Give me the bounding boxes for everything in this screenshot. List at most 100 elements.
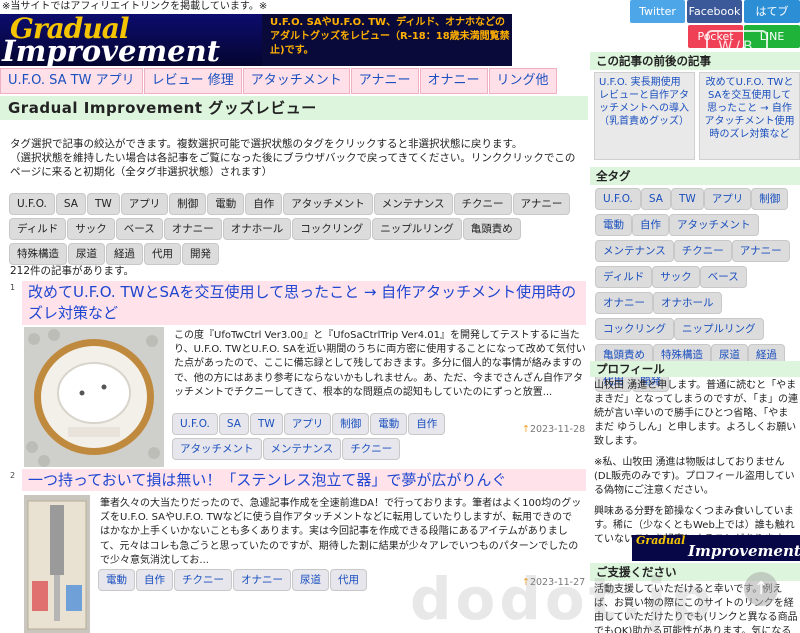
article-tag[interactable]: 代用 [330,569,367,591]
article-tag[interactable]: チクニー [342,438,401,460]
article-tag[interactable]: U.F.O. [172,413,218,435]
updated-arrow-icon: ↑ [522,577,530,588]
sidebar-tag[interactable]: TW [670,188,704,210]
sidebar-tag[interactable]: コックリング [595,318,674,340]
filter-tag[interactable]: 亀頭責め [462,218,521,240]
sidebar-tag[interactable]: オナホール [653,292,722,314]
filter-tag[interactable]: コックリング [292,218,372,240]
category-nav: U.F.O. SA TW アプリ レビュー 修理 アタッチメント アナニー オナ… [0,68,557,94]
nav-item-ananie[interactable]: アナニー [350,68,419,94]
article-tag[interactable]: 尿道 [292,569,329,591]
profile-text: 山牧田 湧進と申します。普通に読むと「やままきだ」となってしまうのですが、「ま」… [594,379,798,554]
filter-tag[interactable]: 自作 [245,193,283,215]
filter-tag[interactable]: サック [67,218,115,240]
article-tag[interactable]: TW [249,413,283,435]
article-tag[interactable]: メンテナンス [262,438,342,460]
sidebar-tag[interactable]: メンテナンス [595,240,674,262]
article-card: 改めてU.F.O. TWとSAを交互使用して思ったこと → 自作アタッチメント使… [22,281,586,467]
filter-tag[interactable]: ベース [115,218,163,240]
filter-tag[interactable]: アプリ [120,193,169,215]
site-logo[interactable]: Gradual Improvement [0,14,262,66]
nav-item-review[interactable]: レビュー 修理 [143,68,242,94]
filter-tag[interactable]: ディルド [9,218,67,240]
sidebar-tag[interactable]: オナニー [595,292,653,314]
sidebar-tag[interactable]: 自作 [632,214,669,236]
tag-filter-list: U.F.O. SA TW アプリ 制御 電動 自作 アタッチメント メンテナンス チクニー アナニー… [9,192,579,267]
affiliate-notice: ※当サイトではアフィリエイトリンクを掲載しています。※ [0,0,600,14]
sidebar-tag[interactable]: 制御 [751,188,789,210]
article-card: 一つ持っておいて損は無い！「ステンレス泡立て器」で夢が広がりんぐ 筆者久々の大当… [22,469,586,633]
nav-item-ufo[interactable]: U.F.O. SA TW アプリ [0,68,143,94]
sidebar-tag[interactable]: アプリ [703,188,752,210]
article-number: 1 [10,283,16,292]
filter-tag[interactable]: 尿道 [68,243,105,265]
next-article-link[interactable]: 改めてU.F.O. TWとSAを交互使用して思ったこと → 自作アタッチメント使… [699,72,800,160]
filter-tag[interactable]: オナホール [222,218,292,240]
filter-tag[interactable]: 開発 [182,243,219,265]
previous-article-link[interactable]: U.F.O. 実長期使用レビューと自作アタッチメントへの導入 （乳首責めグッズ） [594,72,695,160]
article-date-text: 2023-11-27 [529,577,586,588]
site-banner[interactable]: Gradual Improvement U.F.O. SAやU.F.O. TW、… [0,14,512,66]
twitter-share-button[interactable]: Twitter [630,0,685,23]
all-tags-heading: 全タグ [590,167,800,185]
filter-tag[interactable]: アタッチメント [283,193,373,215]
filter-tag[interactable]: オナニー [163,218,222,240]
article-tag[interactable]: 自作 [408,413,446,435]
article-tag[interactable]: 電動 [98,569,135,591]
filter-tag[interactable]: TW [86,193,120,215]
sidebar-tag[interactable]: ベース [699,266,747,288]
article-tag[interactable]: アタッチメント [172,438,262,460]
sidebar-tag[interactable]: ディルド [595,266,653,288]
filter-tag[interactable]: メンテナンス [373,193,453,215]
sidebar-tag[interactable]: U.F.O. [595,188,641,210]
nav-item-onanie[interactable]: オナニー [419,68,488,94]
article-thumbnail[interactable] [24,495,90,633]
profile-heading: プロフィール [590,361,800,377]
sidebar-tag[interactable]: サック [652,266,700,288]
scroll-to-top-button[interactable]: ↑ [744,572,778,606]
page-title: Gradual Improvement グッズレビュー [0,96,588,120]
article-tag[interactable]: オナニー [233,569,291,591]
tag-filter-instructions: タグ選択で記事の絞込ができます。複数選択可能で選択状態のタグをクリックすると非選… [10,137,580,179]
updated-arrow-icon: ↑ [522,424,530,435]
nav-item-ring[interactable]: リング他 [488,68,557,94]
filter-tag[interactable]: 経過 [106,243,143,265]
filter-tag[interactable]: 電動 [207,193,245,215]
mini-logo-improvement: Improvement [688,542,800,560]
hatena-bookmark-button[interactable]: はてブ [744,0,800,23]
article-tag-list: U.F.O. SA TW アプリ 制御 電動 自作アタッチメント メンテナンス チクニー [172,412,522,462]
sidebar-tag[interactable]: チクニー [673,240,732,262]
article-thumbnail[interactable] [24,327,164,467]
article-date: ↑2023-11-28 [522,424,585,435]
filter-tag[interactable]: チクニー [453,193,512,215]
filter-tag[interactable]: 特殊構造 [9,243,67,265]
instructions-line1: タグ選択で記事の絞込ができます。複数選択可能で選択状態のタグをクリックすると非選… [10,138,523,150]
filter-tag[interactable]: U.F.O. [9,193,55,215]
filter-tag[interactable]: 制御 [169,193,207,215]
article-tag[interactable]: 自作 [136,569,173,591]
article-tag[interactable]: SA [218,413,249,435]
facebook-share-button[interactable]: Facebook [687,0,742,23]
filter-tag[interactable]: ニップルリング [372,218,462,240]
sidebar-tag[interactable]: 電動 [595,214,632,236]
nav-item-attachment[interactable]: アタッチメント [242,68,350,94]
article-tag[interactable]: 電動 [370,413,408,435]
mini-logo-gradual: Gradual [636,535,686,547]
filter-tag[interactable]: アナニー [512,193,571,215]
filter-tag[interactable]: 代用 [144,243,181,265]
article-title-link[interactable]: 改めてU.F.O. TWとSAを交互使用して思ったこと → 自作アタッチメント使… [22,281,586,325]
sidebar-tag[interactable]: SA [640,188,671,210]
instructions-line2: （選択状態を維持したい場合は各記事をご覧になった後にブラウザバックで戻ってきてく… [10,152,576,178]
article-tag[interactable]: アプリ [283,413,332,435]
article-excerpt: この度『UfoTwCtrl Ver3.00』と『UfoSaCtrlTrip Ve… [174,330,586,398]
article-title-link[interactable]: 一つ持っておいて損は無い！「ステンレス泡立て器」で夢が広がりんぐ [22,469,586,491]
article-date: ↑2023-11-27 [522,577,585,588]
sidebar-tag[interactable]: ニップルリング [674,318,764,340]
article-count: 212件の記事があります。 [10,265,134,277]
filter-tag[interactable]: SA [55,193,86,215]
article-tag[interactable]: 制御 [332,413,370,435]
sidebar-tag[interactable]: アタッチメント [669,214,759,236]
article-excerpt: 筆者久々の大当たりだったので、急遽記事作成を全速前進DA！で行っております。筆者… [100,498,582,566]
sidebar-tag[interactable]: アナニー [731,240,790,262]
article-tag[interactable]: チクニー [174,569,232,591]
